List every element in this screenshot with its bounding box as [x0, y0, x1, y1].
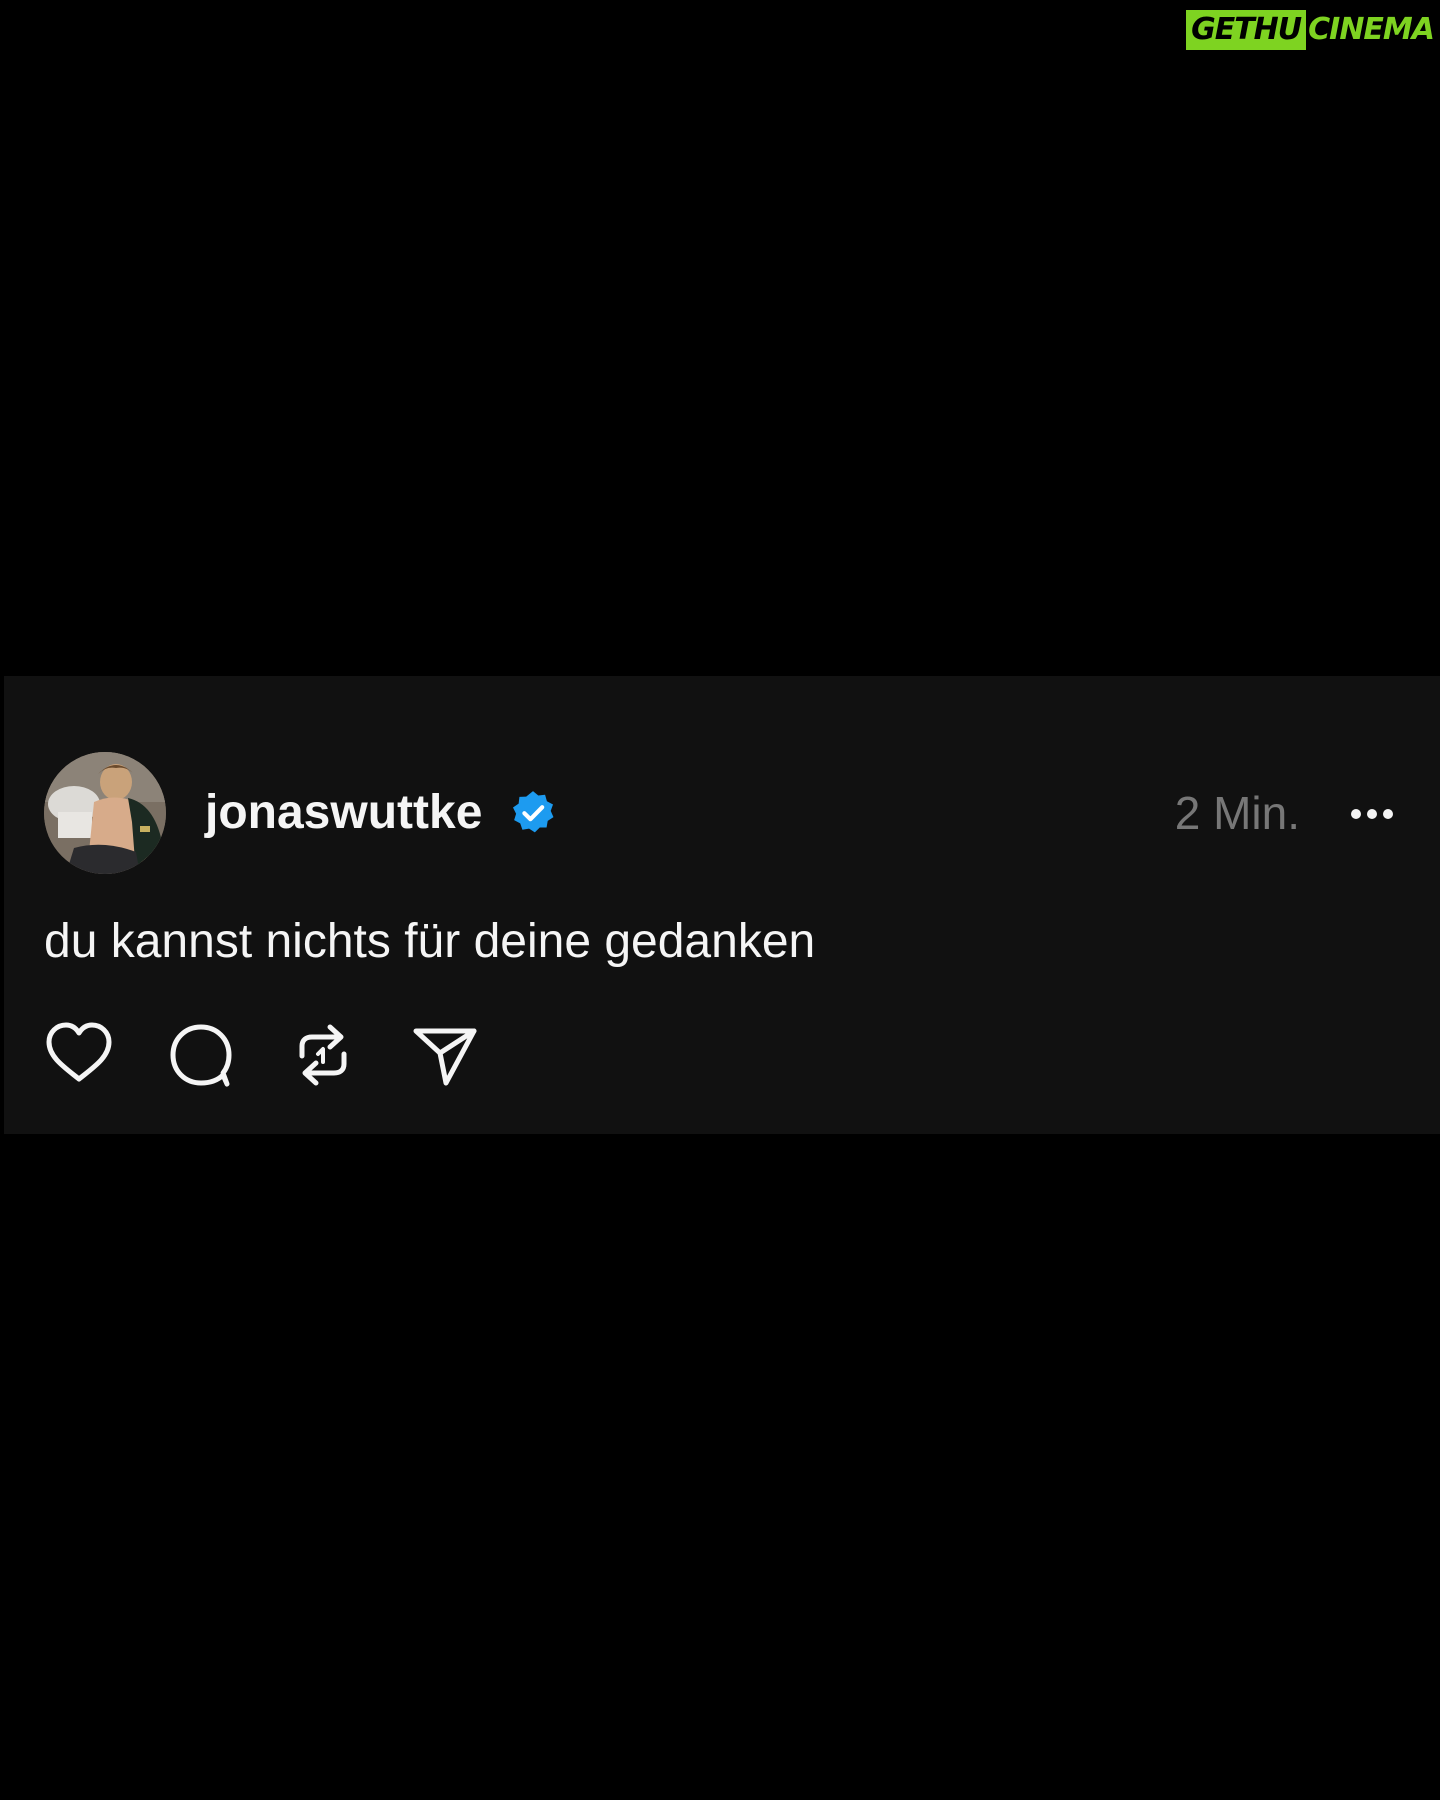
- comment-icon[interactable]: [166, 1020, 236, 1090]
- username[interactable]: jonaswuttke: [205, 786, 482, 840]
- avatar-photo: [44, 752, 166, 874]
- post-timestamp: 2 Min.: [1174, 787, 1300, 839]
- heart-icon[interactable]: [44, 1020, 114, 1090]
- watermark-right: CINEMA: [1308, 12, 1435, 47]
- repost-icon[interactable]: [288, 1020, 358, 1090]
- watermark-left: GETHU: [1186, 10, 1307, 50]
- post-card: jonaswuttke 2 Min. du kannst nichts für …: [4, 676, 1440, 1134]
- watermark-logo: GETHU CINEMA: [1186, 10, 1435, 50]
- page: GETHU CINEMA jonaswuttke 2 Min. du kanns…: [0, 0, 1440, 1800]
- send-icon[interactable]: [410, 1020, 480, 1090]
- avatar[interactable]: [44, 752, 166, 874]
- more-horizontal-icon[interactable]: [1344, 794, 1400, 834]
- verified-badge-icon: [512, 791, 554, 833]
- post-text: du kannst nichts für deine gedanken: [44, 915, 816, 968]
